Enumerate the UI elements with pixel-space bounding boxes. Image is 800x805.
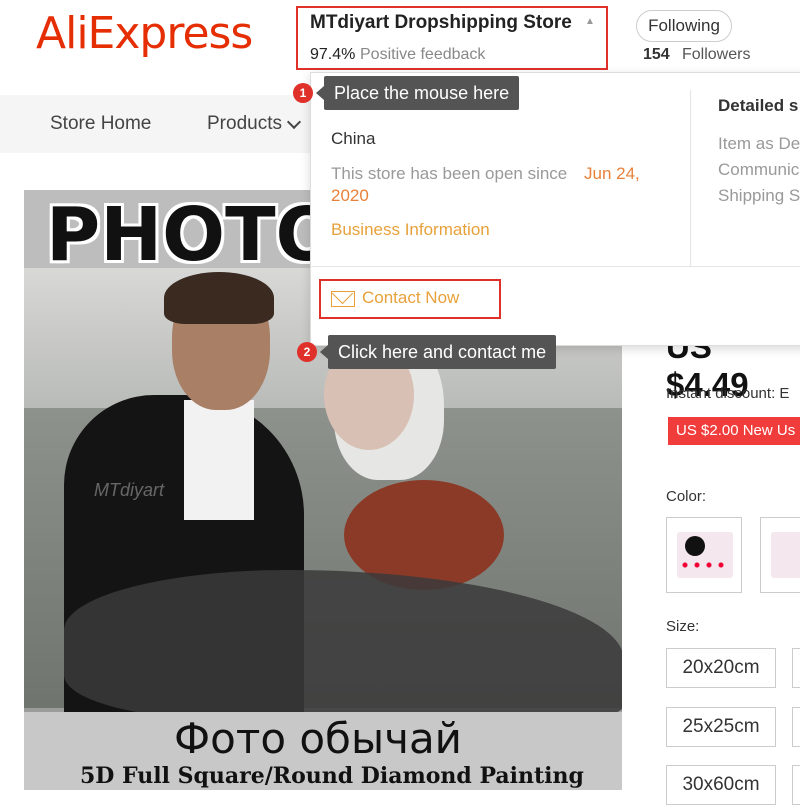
image-caption-english: 5D Full Square/Round Diamond Painting bbox=[80, 763, 584, 789]
store-open-date-part1: Jun 24, bbox=[584, 164, 640, 183]
instant-discount-text: Instant discount: E bbox=[666, 385, 790, 402]
detailed-rating-item: Shipping S bbox=[718, 186, 800, 205]
caret-up-icon[interactable]: ▲ bbox=[585, 16, 595, 27]
dropdown-divider-horizontal bbox=[310, 266, 800, 267]
business-information-link[interactable]: Business Information bbox=[331, 220, 490, 240]
size-option-partial[interactable] bbox=[792, 707, 800, 747]
size-label: Size: bbox=[666, 618, 700, 635]
positive-feedback-value: 97.4% bbox=[310, 46, 356, 63]
size-option-partial[interactable] bbox=[792, 765, 800, 805]
image-watermark: MTdiyart bbox=[94, 480, 165, 500]
callout-tooltip-2: Click here and contact me bbox=[328, 335, 557, 369]
contact-now-link[interactable]: Contact Now bbox=[362, 288, 459, 308]
size-option-30x60[interactable]: 30x60cm bbox=[666, 765, 776, 805]
image-groom-shirt bbox=[184, 400, 254, 520]
detailed-ratings-title: Detailed s bbox=[718, 96, 799, 115]
size-option-partial[interactable] bbox=[792, 648, 800, 688]
store-name[interactable]: MTdiyart Dropshipping Store bbox=[310, 12, 572, 34]
swatch-round-icon bbox=[685, 536, 705, 556]
color-label: Color: bbox=[666, 488, 707, 505]
image-groom-hair bbox=[164, 272, 274, 324]
store-open-date-part2: 2020 bbox=[331, 186, 369, 205]
aliexpress-logo[interactable]: AliExpress bbox=[36, 8, 253, 59]
color-swatch-2[interactable] bbox=[760, 517, 800, 593]
color-swatch-1[interactable] bbox=[666, 517, 742, 593]
envelope-icon[interactable] bbox=[331, 291, 355, 307]
store-open-since-text: This store has been open since bbox=[331, 164, 568, 183]
callout-number-1: 1 bbox=[293, 83, 313, 103]
followers-label: Followers bbox=[682, 46, 751, 63]
swatch-thumbnail bbox=[677, 532, 733, 578]
callout-arrow-2 bbox=[320, 345, 328, 359]
new-user-coupon-badge[interactable]: US $2.00 New Us bbox=[668, 417, 800, 445]
positive-feedback-label: Positive feedback bbox=[360, 46, 486, 63]
size-option-20x20[interactable]: 20x20cm bbox=[666, 648, 776, 688]
followers-count: 154 bbox=[643, 46, 670, 63]
image-caption-russian: Фото обычай bbox=[174, 714, 462, 763]
following-button[interactable]: Following bbox=[636, 10, 732, 42]
callout-arrow-1 bbox=[316, 86, 324, 100]
store-country: China bbox=[331, 129, 376, 148]
nav-store-home[interactable]: Store Home bbox=[50, 113, 151, 135]
callout-tooltip-1: Place the mouse here bbox=[324, 76, 520, 110]
dropdown-divider-vertical bbox=[690, 90, 691, 266]
callout-number-2: 2 bbox=[297, 342, 317, 362]
detailed-rating-item: Communic bbox=[718, 160, 800, 179]
nav-products[interactable]: Products bbox=[207, 113, 282, 135]
size-option-25x25[interactable]: 25x25cm bbox=[666, 707, 776, 747]
image-photo-text: PHOTO bbox=[46, 192, 339, 278]
swatch-thumbnail bbox=[771, 532, 800, 578]
swatch-dots bbox=[679, 562, 729, 568]
detailed-rating-item: Item as De bbox=[718, 134, 800, 153]
